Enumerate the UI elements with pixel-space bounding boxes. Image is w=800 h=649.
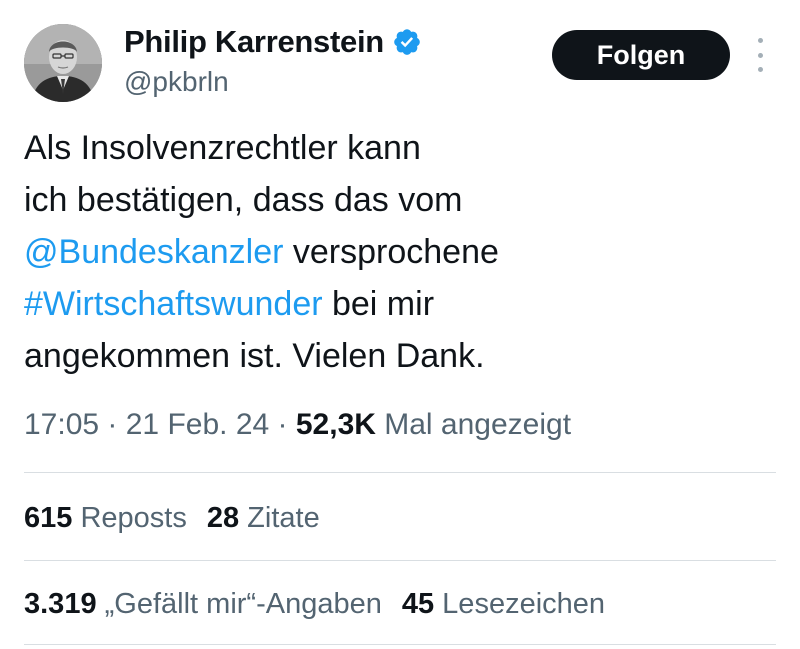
reposts-count: 615 <box>24 502 73 534</box>
bookmarks-count: 45 <box>401 588 435 620</box>
stats-row-likes: 3.319 „Gefällt mir“-Angaben 45 Lesezeiche… <box>24 588 605 621</box>
tweet-text-segment: bei mir <box>322 285 435 323</box>
views-count: 52,3K <box>295 408 376 441</box>
quotes-stat[interactable]: 28 Zitate <box>207 502 320 534</box>
user-handle[interactable]: @pkbrln <box>124 66 229 98</box>
likes-stat[interactable]: 3.319 „Gefällt mir“-Angaben <box>24 588 382 620</box>
reposts-stat[interactable]: 615 Reposts <box>24 502 187 534</box>
display-name[interactable]: Philip Karrenstein <box>124 24 384 60</box>
avatar-image <box>24 24 102 102</box>
verified-badge-icon <box>392 27 422 57</box>
avatar[interactable] <box>24 24 102 102</box>
meta-separator: · <box>269 408 296 441</box>
meta-separator: · <box>99 408 126 441</box>
mention-link[interactable]: @Bundeskanzler <box>24 233 283 271</box>
tweet-card: Philip Karrenstein @pkbrln Folgen Als In… <box>0 0 800 649</box>
tweet-text: Als Insolvenzrechtler kann ich bestätige… <box>24 122 744 382</box>
quotes-count: 28 <box>206 502 240 534</box>
tweet-line: #Wirtschaftswunder bei mir <box>24 278 744 330</box>
stats-row-reposts: 615 Reposts 28 Zitate <box>24 502 320 535</box>
divider <box>24 644 776 645</box>
name-row: Philip Karrenstein <box>124 22 422 62</box>
divider <box>24 560 776 561</box>
tweet-line: Als Insolvenzrechtler kann <box>24 129 421 167</box>
tweet-line: @Bundeskanzler versprochene <box>24 226 744 278</box>
tweet-line: ich bestätigen, dass das vom <box>24 181 463 219</box>
bookmarks-stat[interactable]: 45 Lesezeichen <box>402 588 605 620</box>
divider <box>24 472 776 473</box>
likes-count: 3.319 <box>24 588 97 620</box>
views-label: Mal angezeigt <box>375 408 572 441</box>
tweet-time[interactable]: 17:05 <box>24 408 99 441</box>
quotes-label: Zitate <box>239 502 320 534</box>
tweet-text-segment: versprochene <box>283 233 499 271</box>
follow-button[interactable]: Folgen <box>552 30 730 80</box>
hashtag-link[interactable]: #Wirtschaftswunder <box>24 285 323 323</box>
tweet-meta: 17:05 · 21 Feb. 24 · 52,3K Mal angezeigt <box>24 408 571 442</box>
bookmarks-label: Lesezeichen <box>434 588 606 620</box>
more-vertical-icon[interactable] <box>748 38 772 72</box>
reposts-label: Reposts <box>72 502 187 534</box>
tweet-line: angekommen ist. Vielen Dank. <box>24 337 485 375</box>
tweet-date[interactable]: 21 Feb. 24 <box>126 408 269 441</box>
likes-label: „Gefällt mir“-Angaben <box>96 588 382 620</box>
